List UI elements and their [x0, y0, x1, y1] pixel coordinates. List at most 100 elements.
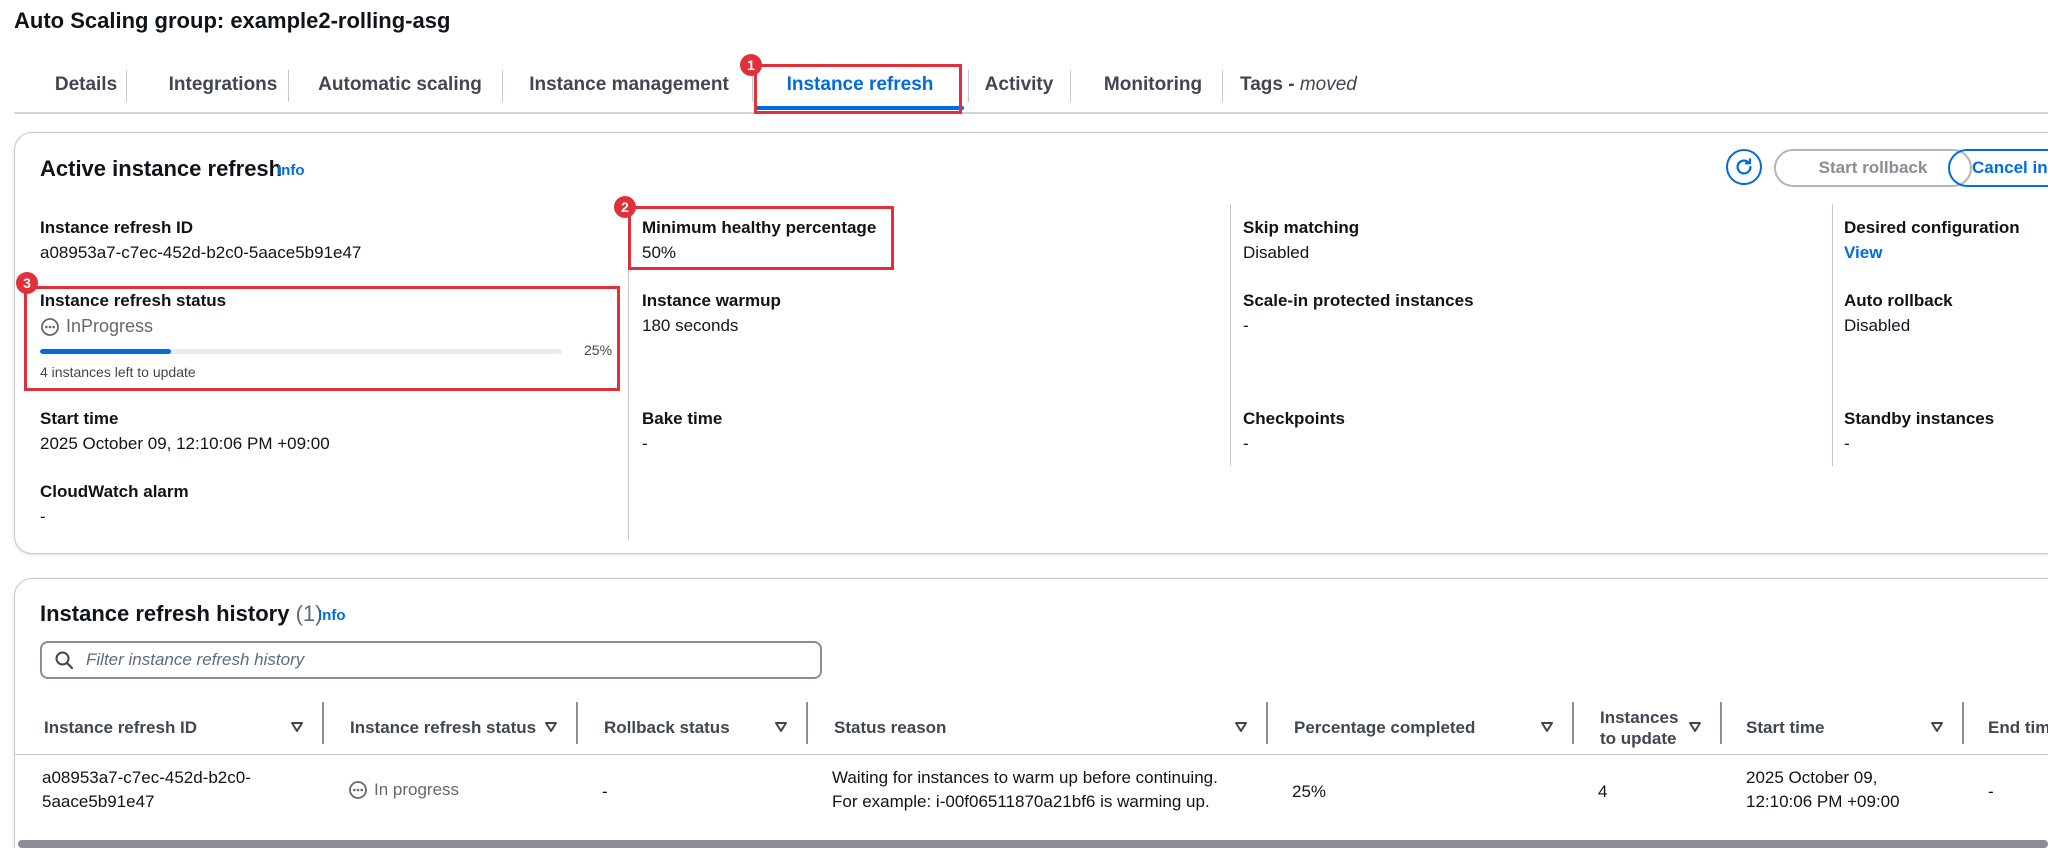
column-header-status-reason[interactable]: Status reason	[832, 700, 1264, 756]
history-filter[interactable]	[40, 641, 822, 679]
field-label: Scale-in protected instances	[1243, 291, 1474, 310]
start-rollback-button[interactable]: Start rollback	[1774, 149, 1972, 187]
field-value: Disabled	[1243, 243, 1310, 262]
field-label: Instance warmup	[642, 291, 781, 310]
column-resizer[interactable]	[1962, 702, 1964, 744]
field-label: Start time	[40, 409, 119, 428]
cell-status-reason: Waiting for instances to warm up before …	[832, 766, 1218, 814]
tab-tags[interactable]: Tags - moved	[1240, 66, 1380, 110]
column-divider	[628, 204, 629, 540]
cell-line: 5aace5b91e47	[42, 792, 155, 811]
status-indicator: InProgress	[40, 316, 226, 337]
field-label: Instance refresh ID	[40, 218, 194, 237]
cell-instances-to-update: 4	[1598, 782, 1608, 801]
tab-activity[interactable]: Activity	[974, 66, 1064, 110]
tab-bar: Details Integrations Automatic scaling I…	[14, 66, 2048, 114]
field-label: CloudWatch alarm	[40, 482, 189, 501]
field-cloudwatch-alarm: CloudWatch alarm -	[40, 481, 189, 529]
cell-percentage-completed: 25%	[1292, 782, 1327, 801]
instance-refresh-page: Auto Scaling group: example2-rolling-asg…	[0, 0, 2048, 848]
horizontal-scrollbar[interactable]	[18, 840, 2048, 848]
progress-percent: 25%	[584, 342, 613, 358]
cell-line: 2025 October 09,	[1746, 768, 1878, 787]
field-label: Minimum healthy percentage	[642, 218, 877, 237]
in-progress-icon	[41, 317, 59, 336]
column-resizer[interactable]	[322, 702, 324, 744]
column-resizer[interactable]	[576, 702, 578, 744]
column-header-refresh-status[interactable]: Instance refresh status	[348, 700, 574, 756]
refresh-icon	[1736, 158, 1752, 175]
active-refresh-title: Active instance refresh	[40, 156, 283, 181]
column-resizer[interactable]	[1720, 702, 1722, 744]
field-label: Instance refresh status	[40, 291, 227, 310]
column-header-label: Instance refresh status	[350, 718, 537, 737]
history-info-link[interactable]: Info	[318, 607, 346, 624]
active-refresh-info-link[interactable]: Info	[277, 162, 305, 179]
field-label: Desired configuration	[1844, 218, 2020, 237]
field-label: Bake time	[642, 409, 723, 428]
tab-divider	[968, 70, 969, 102]
field-desired-configuration: Desired configuration View	[1844, 217, 2020, 265]
tab-monitoring[interactable]: Monitoring	[1088, 66, 1218, 110]
sort-down-icon	[1931, 722, 1943, 732]
tab-tags-label: Tags -	[1240, 74, 1300, 95]
field-refresh-id: Instance refresh ID a08953a7-c7ec-452d-b…	[40, 217, 361, 265]
cell-status-text: In progress	[374, 780, 460, 799]
history-title: Instance refresh history (1)	[40, 601, 322, 627]
cell-rollback-status: -	[602, 782, 608, 801]
cell-start-time: 2025 October 09, 12:10:06 PM +09:00	[1746, 766, 1900, 814]
history-filter-input[interactable]	[84, 649, 820, 671]
column-header-label: End tim	[1988, 718, 2048, 737]
column-resizer[interactable]	[1266, 702, 1268, 744]
column-header-percentage-completed[interactable]: Percentage completed	[1292, 700, 1570, 756]
field-label: Skip matching	[1243, 218, 1360, 237]
column-header-rollback-status[interactable]: Rollback status	[602, 700, 804, 756]
cell-refresh-id: a08953a7-c7ec-452d-b2c0- 5aace5b91e47	[42, 766, 251, 814]
history-title-text: Instance refresh history	[40, 601, 290, 626]
active-refresh-panel	[14, 132, 2048, 554]
field-bake-time: Bake time -	[642, 408, 722, 456]
cell-line: For example: i-00f06511870a21bf6 is warm…	[832, 792, 1210, 811]
annotation-badge-2: 2	[614, 196, 636, 218]
status-text: InProgress	[66, 316, 154, 336]
column-header-start-time[interactable]: Start time	[1744, 700, 1960, 756]
sort-down-icon	[545, 722, 557, 732]
page-title: Auto Scaling group: example2-rolling-asg	[14, 8, 451, 33]
sort-down-icon	[291, 722, 303, 732]
field-auto-rollback: Auto rollback Disabled	[1844, 290, 1953, 338]
field-value: -	[1243, 434, 1249, 453]
refresh-button[interactable]	[1726, 149, 1762, 185]
view-configuration-link[interactable]: View	[1844, 241, 2020, 265]
field-standby-instances: Standby instances -	[1844, 408, 1994, 456]
column-header-label: Instance refresh ID	[44, 718, 198, 737]
tab-automatic-scaling[interactable]: Automatic scaling	[310, 66, 490, 110]
column-divider	[1230, 204, 1231, 466]
tab-instance-management[interactable]: Instance management	[522, 66, 736, 110]
tab-divider	[288, 70, 289, 102]
annotation-badge-3: 3	[16, 272, 38, 294]
column-resizer[interactable]	[1572, 702, 1574, 744]
column-header-instances-to-update[interactable]: Instances to update	[1598, 700, 1718, 756]
tab-integrations[interactable]: Integrations	[150, 66, 296, 110]
field-label: Standby instances	[1844, 409, 1995, 428]
column-header-label: Status reason	[834, 718, 947, 737]
in-progress-icon	[349, 781, 367, 799]
cancel-refresh-button[interactable]: Cancel ins	[1948, 149, 2048, 187]
tab-divider	[1222, 70, 1223, 102]
cell-line: a08953a7-c7ec-452d-b2c0-	[42, 768, 251, 787]
search-icon	[55, 651, 74, 670]
tab-instance-refresh[interactable]: Instance refresh	[756, 66, 964, 110]
field-value: Disabled	[1844, 316, 1911, 335]
field-label: Auto rollback	[1844, 291, 1953, 310]
column-divider	[1832, 204, 1833, 466]
field-value: -	[1243, 316, 1249, 335]
field-label: Checkpoints	[1243, 409, 1346, 428]
column-header-end-time[interactable]: End tim	[1986, 700, 2048, 756]
tab-details[interactable]: Details	[40, 66, 132, 110]
cell-line: Waiting for instances to warm up before …	[832, 768, 1218, 787]
field-value: 180 seconds	[642, 316, 739, 335]
field-start-time: Start time 2025 October 09, 12:10:06 PM …	[40, 408, 330, 456]
column-resizer[interactable]	[806, 702, 808, 744]
column-header-refresh-id[interactable]: Instance refresh ID	[42, 700, 320, 756]
tab-tags-suffix: moved	[1299, 74, 1357, 95]
